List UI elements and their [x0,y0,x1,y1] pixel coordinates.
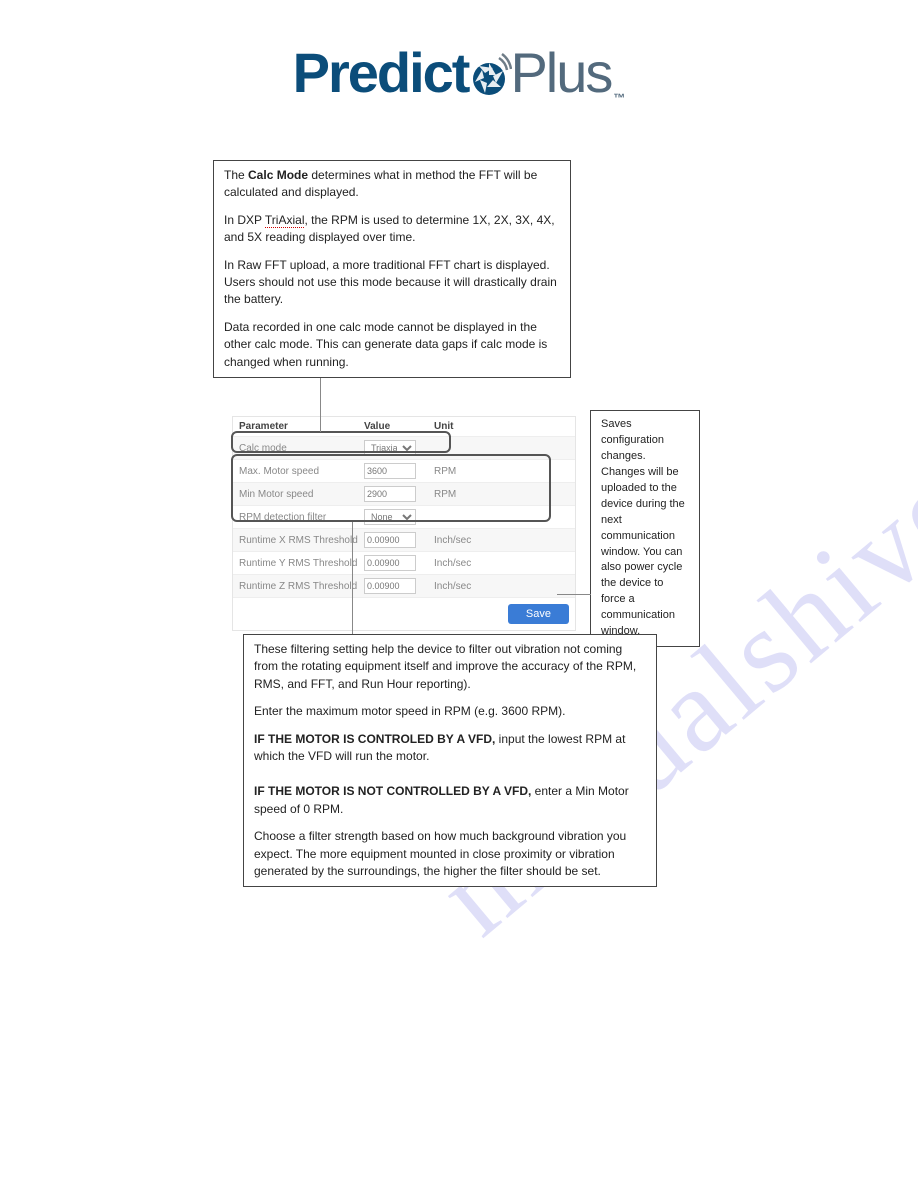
table-row: Calc modeTriaxial [233,437,575,460]
cell-value [364,486,434,502]
table-row: Runtime X RMS Threshold Inch/sec [233,529,575,552]
cell-parameter: Runtime Z RMS Threshold [239,581,364,592]
cell-unit: Inch/sec [434,535,569,546]
logo-text-plus: Plus [510,40,611,105]
callout-calc-mode: The Calc Mode determines what in method … [213,160,571,378]
text: Choose a filter strength based on how mu… [254,828,646,880]
cell-parameter: RPM detection filter [239,512,364,523]
text-bold: IF THE MOTOR IS NOT CONTROLLED BY A VFD, [254,784,531,798]
logo: Predict [0,0,918,123]
cell-unit: RPM [434,489,569,500]
table-row: Max. Motor speed RPM [233,460,575,483]
col-header-parameter: Parameter [239,421,364,432]
value-input[interactable] [364,555,416,571]
cell-unit: RPM [434,466,569,477]
parameter-table: Parameter Value Unit Calc modeTriaxialMa… [232,416,576,631]
text: Data recorded in one calc mode cannot be… [224,319,560,371]
connector-line [557,594,591,595]
cell-unit: Inch/sec [434,558,569,569]
callout-save: Saves configuration changes. Changes wil… [590,410,700,647]
aperture-icon [466,52,512,98]
trademark-icon: ™ [613,91,625,105]
table-row: RPM detection filterNone [233,506,575,529]
table-row: Runtime Y RMS Threshold Inch/sec [233,552,575,575]
cell-value [364,532,434,548]
text: In DXP [224,213,265,227]
text-spellcheck: TriAxial [265,213,305,228]
value-input[interactable] [364,532,416,548]
cell-unit: Inch/sec [434,581,569,592]
cell-value [364,578,434,594]
text-bold: Calc Mode [248,168,308,182]
table-header-row: Parameter Value Unit [233,417,575,437]
text: The [224,168,248,182]
value-select[interactable]: None [364,509,416,525]
cell-parameter: Min Motor speed [239,489,364,500]
table-row: Min Motor speed RPM [233,483,575,506]
logo-text-predict: Predict [293,40,469,105]
col-header-unit: Unit [434,421,569,432]
save-button[interactable]: Save [508,604,569,624]
cell-value [364,463,434,479]
value-input[interactable] [364,486,416,502]
value-input[interactable] [364,463,416,479]
value-input[interactable] [364,578,416,594]
text: Saves configuration changes. Changes wil… [601,417,689,640]
cell-parameter: Calc mode [239,443,364,454]
cell-value [364,555,434,571]
cell-value: None [364,509,434,525]
cell-parameter: Runtime X RMS Threshold [239,535,364,546]
text: These filtering setting help the device … [254,641,646,693]
text-bold: IF THE MOTOR IS CONTROLED BY A VFD, [254,732,495,746]
text: Enter the maximum motor speed in RPM (e.… [254,703,646,720]
callout-filtering: These filtering setting help the device … [243,634,657,887]
cell-value: Triaxial [364,440,434,456]
text: In Raw FFT upload, a more traditional FF… [224,257,560,309]
table-row: Runtime Z RMS Threshold Inch/sec [233,575,575,598]
cell-parameter: Runtime Y RMS Threshold [239,558,364,569]
connector-line [352,522,353,634]
cell-parameter: Max. Motor speed [239,466,364,477]
connector-line [320,378,321,432]
value-select[interactable]: Triaxial [364,440,416,456]
col-header-value: Value [364,421,434,432]
